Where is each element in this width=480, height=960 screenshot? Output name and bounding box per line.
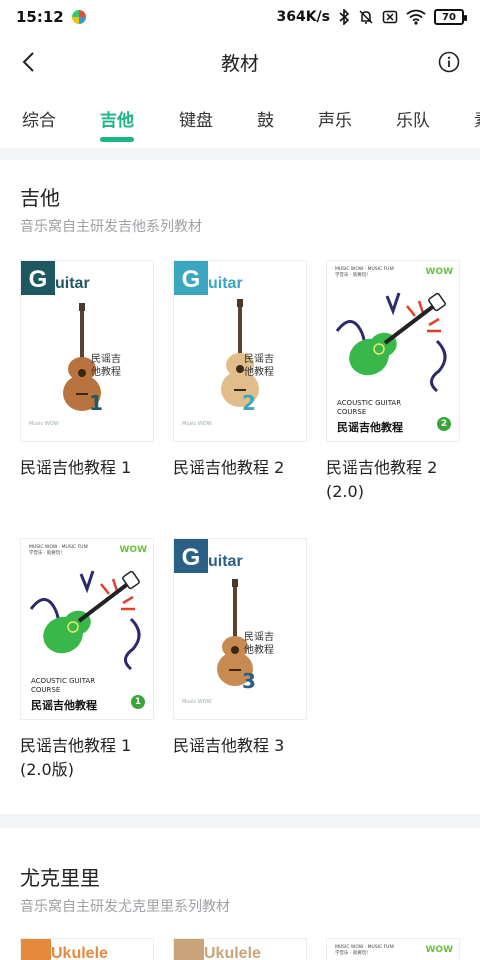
app-notification-icon	[71, 10, 86, 24]
book-card[interactable]: MUSIC WOW · MUSIC FUN! 学音乐 · 就要玩! WOW AC…	[20, 538, 154, 782]
section-title: 尤克里里	[20, 866, 100, 890]
book-cover: Ukulele	[20, 938, 154, 960]
book-cover: G uitar 民谣吉他教程 2 Music WOW	[173, 260, 307, 442]
cover-top-text: MUSIC WOW · MUSIC FUN! 学音乐 · 就要玩!	[335, 945, 395, 956]
book-title: 民谣吉他教程 2 (2.0)	[326, 458, 438, 501]
book-title: 民谣吉他教程 1 (2.0版)	[20, 736, 132, 779]
book-title: 民谣吉他教程 2	[173, 458, 285, 477]
cover-cn-title: 民谣吉他教程	[91, 354, 121, 378]
info-icon	[438, 51, 460, 73]
back-button[interactable]	[14, 48, 42, 76]
book-card[interactable]: G uitar 民谣吉他教程 2 Music WOW 民谣吉他教程 2	[173, 260, 307, 480]
wifi-icon	[406, 9, 426, 25]
book-cover: MUSIC WOW · MUSIC FUN! 学音乐 · 就要玩! WOW AC…	[326, 260, 460, 442]
cover-foot: Music WOW	[29, 421, 59, 427]
tab-keyboard[interactable]: 键盘	[179, 106, 213, 131]
cover-number: 1	[89, 391, 103, 415]
guitar-section: 吉他 音乐窝自主研发吉他系列教材 G uitar 民谣吉他教程 1 Music …	[0, 160, 480, 814]
acoustic-guitar-icon	[217, 579, 253, 686]
tab-band[interactable]: 乐队	[396, 106, 430, 131]
cover-logo: WOW	[425, 945, 453, 955]
book-cover: MUSIC WOW · MUSIC FUN! 学音乐 · 就要玩! WOW AC…	[20, 538, 154, 720]
cover-cn-title: 民谣吉他教程	[244, 354, 274, 378]
page-title: 教材	[220, 52, 259, 75]
cover-number: 3	[242, 669, 256, 693]
book-card[interactable]: MUSIC WOW · MUSIC FUN! 学音乐 · 就要玩! WOW	[326, 938, 460, 960]
book-cover: Ukulele	[173, 938, 307, 960]
cover-cn-title: 民谣吉他教程	[337, 421, 403, 434]
bluetooth-icon	[339, 9, 350, 25]
book-card[interactable]: MUSIC WOW · MUSIC FUN! 学音乐 · 就要玩! WOW AC…	[326, 260, 460, 504]
cover-number: 2	[242, 391, 256, 415]
cover-en-title: ACOUSTIC GUITAR COURSE	[31, 677, 96, 694]
section-subtitle: 音乐窝自主研发尤克里里系列教材	[20, 899, 230, 915]
cover-badge: 2	[437, 417, 451, 431]
cover-cn-title: 民谣吉他教程	[31, 699, 97, 712]
book-cover: G uitar 民谣吉他教程 3 Music WOW	[173, 538, 307, 720]
info-button[interactable]	[436, 49, 462, 75]
book-title: 民谣吉他教程 3	[173, 736, 285, 755]
net-speed: 364K/s	[276, 9, 330, 25]
acoustic-guitar-icon	[221, 299, 259, 407]
tab-more[interactable]: 素	[474, 106, 480, 131]
status-bar: 15:12 364K/s 70	[0, 0, 480, 34]
book-cover: G uitar 民谣吉他教程 1 Music WOW	[20, 260, 154, 442]
cover-foot: Music WOW	[182, 699, 212, 705]
category-tabs: 综合 吉他 键盘 鼓 声乐 乐队 素	[0, 90, 480, 148]
chevron-left-icon	[22, 52, 34, 72]
cover-letter-box	[174, 939, 204, 960]
book-card[interactable]: G uitar 民谣吉他教程 3 Music WOW 民谣吉他教程 3	[173, 538, 307, 758]
acoustic-guitar-icon	[63, 303, 101, 411]
battery-level: 70	[442, 11, 456, 23]
status-right: 364K/s 70	[276, 9, 467, 25]
cover-foot: Music WOW	[182, 421, 212, 427]
cover-word: Ukulele	[51, 945, 108, 960]
cover-en-title: ACOUSTIC GUITAR COURSE	[337, 399, 402, 416]
cover-badge: 1	[131, 695, 145, 709]
book-card[interactable]: Ukulele	[20, 938, 154, 960]
section-subtitle: 音乐窝自主研发吉他系列教材	[20, 219, 202, 235]
cover-letter-box	[21, 939, 51, 960]
book-title: 民谣吉他教程 1	[20, 458, 132, 477]
status-time: 15:12	[16, 8, 64, 26]
book-cover: MUSIC WOW · MUSIC FUN! 学音乐 · 就要玩! WOW	[326, 938, 460, 960]
tab-vocal[interactable]: 声乐	[318, 106, 352, 131]
tab-comprehensive[interactable]: 综合	[22, 106, 56, 131]
battery-icon: 70	[434, 9, 467, 25]
mute-bell-icon	[359, 10, 373, 24]
tab-drums[interactable]: 鼓	[257, 106, 274, 131]
book-card[interactable]: G uitar 民谣吉他教程 1 Music WOW 民谣吉他教程 1	[20, 260, 154, 480]
cover-cn-title: 民谣吉他教程	[244, 632, 274, 656]
sim-off-icon	[382, 10, 398, 24]
book-card[interactable]: Ukulele	[173, 938, 307, 960]
section-title: 吉他	[20, 186, 60, 210]
tab-guitar[interactable]: 吉他	[100, 106, 134, 131]
tab-active-indicator	[100, 137, 134, 142]
ukulele-section: 尤克里里 音乐窝自主研发尤克里里系列教材 Ukulele Ukulele MUS…	[0, 828, 480, 960]
cover-word: Ukulele	[204, 945, 261, 960]
app-header: 教材	[0, 34, 480, 90]
